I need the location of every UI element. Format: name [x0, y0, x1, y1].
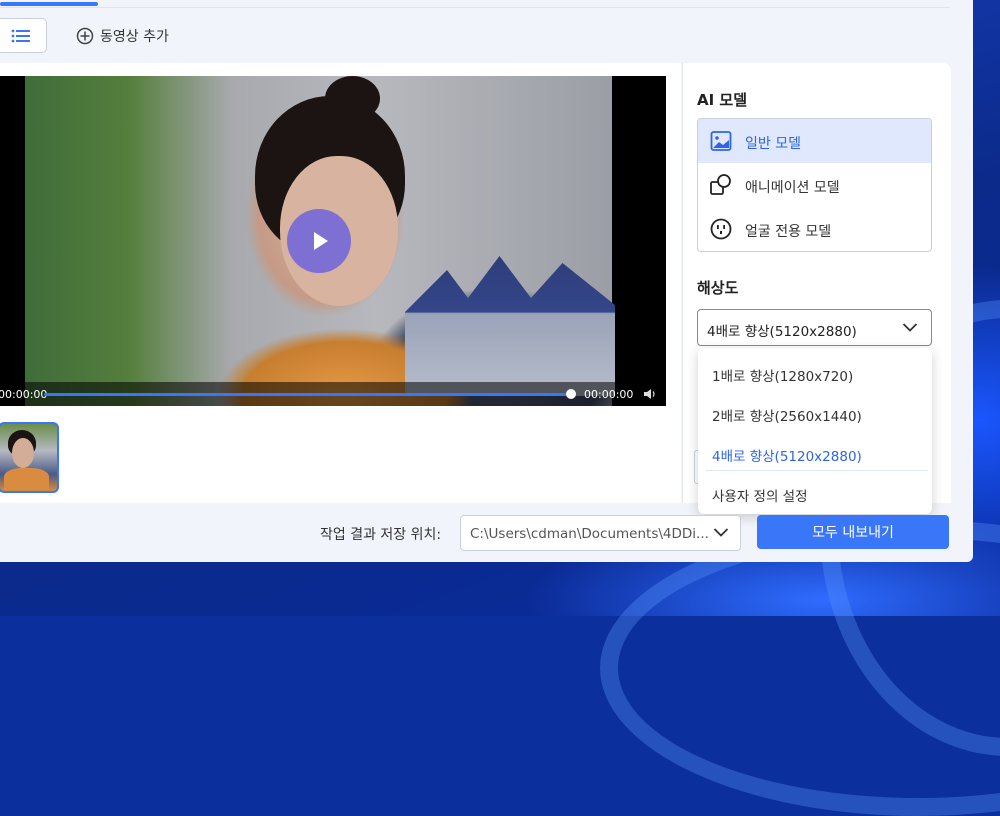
play-icon — [314, 232, 328, 250]
save-location-label: 작업 결과 저장 위치: — [320, 527, 442, 543]
resolution-option-label: 4배로 향상(5120x2880) — [712, 449, 862, 465]
seek-handle[interactable] — [566, 389, 576, 399]
save-path-select[interactable]: C:\Users\cdman\Documents\4DDi... — [460, 515, 741, 551]
list-icon — [11, 29, 30, 42]
current-time: 00:00:00 — [0, 388, 48, 401]
resolution-dropdown: 1배로 향상(1280x720) 2배로 향상(2560x1440) 4배로 향… — [698, 348, 932, 514]
play-button[interactable] — [287, 209, 351, 273]
resolution-option-1x[interactable]: 1배로 향상(1280x720) — [698, 352, 932, 390]
model-item-general[interactable]: 일반 모델 — [698, 119, 931, 163]
resolution-select[interactable]: 4배로 향상(5120x2880) — [697, 309, 932, 346]
app-window: 동영상 추가 00:00:00 00:00:00 AI 모델 일반 모델 애니메… — [0, 0, 973, 562]
model-item-label: 얼굴 전용 모델 — [745, 224, 832, 240]
active-tab-indicator — [0, 2, 98, 6]
end-time: 00:00:00 — [584, 388, 634, 401]
model-item-label: 일반 모델 — [745, 136, 801, 152]
resolution-option-label: 1배로 향상(1280x720) — [712, 369, 854, 385]
ai-model-list: 일반 모델 애니메이션 모델 얼굴 전용 모델 — [697, 118, 932, 252]
volume-icon[interactable] — [643, 387, 657, 401]
resolution-option-4x[interactable]: 4배로 향상(5120x2880) — [698, 432, 932, 470]
model-item-animation[interactable]: 애니메이션 모델 — [698, 163, 931, 207]
video-player[interactable]: 00:00:00 00:00:00 — [0, 76, 666, 406]
video-thumbnail[interactable] — [0, 422, 59, 493]
image-icon — [710, 131, 732, 151]
resolution-option-2x[interactable]: 2배로 향상(2560x1440) — [698, 392, 932, 430]
plus-circle-icon — [76, 27, 94, 45]
resolution-title: 해상도 — [697, 279, 739, 297]
chevron-down-icon — [902, 323, 918, 332]
save-path-value: C:\Users\cdman\Documents\4DDi... — [470, 526, 709, 542]
add-video-label: 동영상 추가 — [100, 29, 169, 45]
resolution-option-label: 사용자 정의 설정 — [712, 489, 808, 505]
model-item-face[interactable]: 얼굴 전용 모델 — [698, 207, 931, 251]
model-item-label: 애니메이션 모델 — [745, 180, 840, 196]
player-controls: 00:00:00 00:00:00 — [0, 382, 666, 406]
resolution-option-custom[interactable]: 사용자 정의 설정 — [698, 472, 932, 510]
export-all-button[interactable]: 모두 내보내기 — [757, 515, 949, 549]
dropdown-divider — [706, 470, 928, 471]
ai-model-title: AI 모델 — [697, 91, 748, 109]
tab-divider — [0, 7, 950, 8]
resolution-option-label: 2배로 향상(2560x1440) — [712, 409, 862, 425]
resolution-selected-value: 4배로 향상(5120x2880) — [707, 324, 857, 340]
list-view-button[interactable] — [0, 18, 47, 53]
add-video-button[interactable]: 동영상 추가 — [76, 26, 169, 46]
shapes-icon — [710, 174, 731, 195]
chevron-down-icon — [713, 528, 729, 537]
face-icon — [710, 218, 732, 240]
seek-bar[interactable] — [44, 393, 571, 396]
